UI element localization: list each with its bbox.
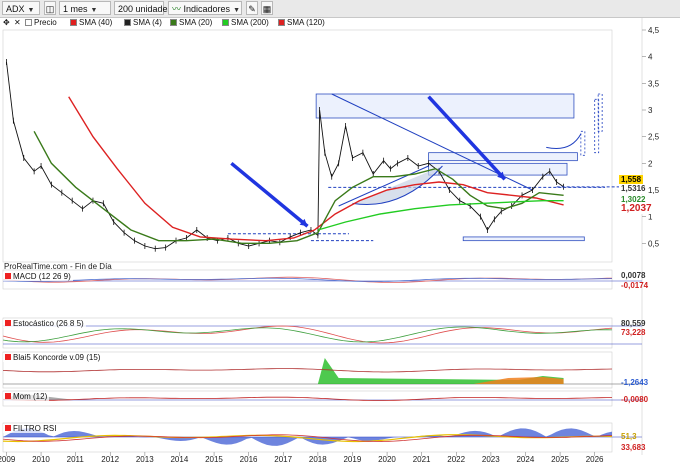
price-badge-sma4: 1,5316: [619, 184, 648, 194]
mom-value-text: -0,0080: [621, 395, 649, 404]
x-tick-label: 2018: [309, 455, 327, 464]
mom-panel-label: Mom (12): [3, 392, 50, 401]
y-tick-label: 0,5: [648, 239, 660, 248]
price-badge-text: 1,2037: [621, 203, 652, 214]
close-icon[interactable]: [5, 354, 11, 360]
y-tick-label: 2: [648, 159, 653, 168]
mom-value: -0,0080: [619, 395, 650, 405]
x-tick-label: 2021: [413, 455, 431, 464]
x-tick-label: 2010: [32, 455, 50, 464]
price-badge-text: 1,558: [621, 175, 642, 184]
rsi-value-2: 33,683: [619, 443, 647, 453]
koncorde-panel-label: Blai5 Koncorde v.09 (15): [3, 353, 103, 362]
y-tick-label: 2,5: [648, 133, 660, 142]
koncorde-line: [2, 368, 613, 373]
x-tick-label: 2011: [67, 455, 85, 464]
zone-rectangle: [462, 236, 585, 242]
macd-panel-label: MACD (12 26 9): [3, 272, 73, 281]
x-tick-label: 2025: [551, 455, 569, 464]
stoch-panel-label: Estocástico (26 8 5): [3, 319, 86, 328]
y-tick-label: 4: [648, 53, 653, 62]
stoch-value-text: 73,228: [621, 328, 646, 337]
y-tick-label: 3: [648, 106, 653, 115]
x-tick-label: 2026: [586, 455, 604, 464]
x-tick-label: 2022: [447, 455, 465, 464]
x-tick-label: 2013: [136, 455, 154, 464]
macd-value-2: -0,0174: [619, 281, 650, 291]
koncorde-value-text: -1,2643: [621, 378, 649, 387]
x-tick-label: 2014: [170, 455, 188, 464]
close-icon[interactable]: [5, 273, 11, 279]
rsi-value-text: 51,3: [621, 432, 637, 441]
macd-value-text: 0,0078: [621, 271, 646, 280]
projection-marker: [580, 130, 586, 156]
trend-arrow: [230, 161, 309, 228]
panel-frame: [2, 29, 613, 263]
close-icon[interactable]: [5, 393, 11, 399]
rsi-value-1: 51,3: [619, 432, 639, 442]
close-icon[interactable]: [5, 320, 11, 326]
x-tick-label: 2012: [101, 455, 119, 464]
y-tick-label: 1: [648, 213, 653, 222]
y-tick-label: 3,5: [648, 79, 660, 88]
x-tick-label: 2019: [343, 455, 361, 464]
stoch-k-line: [2, 325, 613, 344]
stoch-value-2: 73,228: [619, 328, 647, 338]
macd-value-text: -0,0174: [621, 281, 649, 290]
zone-rectangle: [428, 152, 578, 162]
rsi-value-text: 33,683: [621, 443, 646, 452]
panel-label-text: Estocástico (26 8 5): [13, 319, 84, 328]
panel-label-text: Blai5 Koncorde v.09 (15): [13, 353, 101, 362]
y-tick-label: 4,5: [648, 26, 660, 35]
panel-label-text: FILTRO RSI: [13, 424, 57, 433]
x-tick-label: 2023: [482, 455, 500, 464]
rsi-panel-label: FILTRO RSI: [3, 424, 59, 433]
x-tick-label: 2017: [274, 455, 292, 464]
source-label: ProRealTime.com - Fin de Día: [4, 262, 112, 271]
koncorde-value: -1,2643: [619, 378, 650, 388]
x-tick-label: 2015: [205, 455, 223, 464]
price-badge-sma40: 1,2037: [619, 204, 654, 214]
x-tick-label: 2009: [0, 455, 16, 464]
x-tick-label: 2020: [378, 455, 396, 464]
stoch-value-text: 80,559: [621, 319, 646, 328]
series-line-3: [317, 200, 564, 231]
price-badge-text: 1,5316: [621, 184, 646, 193]
x-tick-label: 2016: [240, 455, 258, 464]
y-tick-label: 1,5: [648, 186, 660, 195]
panel-label-text: MACD (12 26 9): [13, 272, 71, 281]
close-icon[interactable]: [5, 425, 11, 431]
price-chart[interactable]: 0,5 1 1,5 2 2,5 3 3,5 4 4,5 2009 2010 2011 2012 2013 2…: [0, 0, 680, 464]
cup-pattern: [546, 133, 582, 149]
panel-label-text: Mom (12): [13, 392, 48, 401]
x-tick-label: 2024: [516, 455, 534, 464]
macd-value-1: 0,0078: [619, 271, 647, 281]
